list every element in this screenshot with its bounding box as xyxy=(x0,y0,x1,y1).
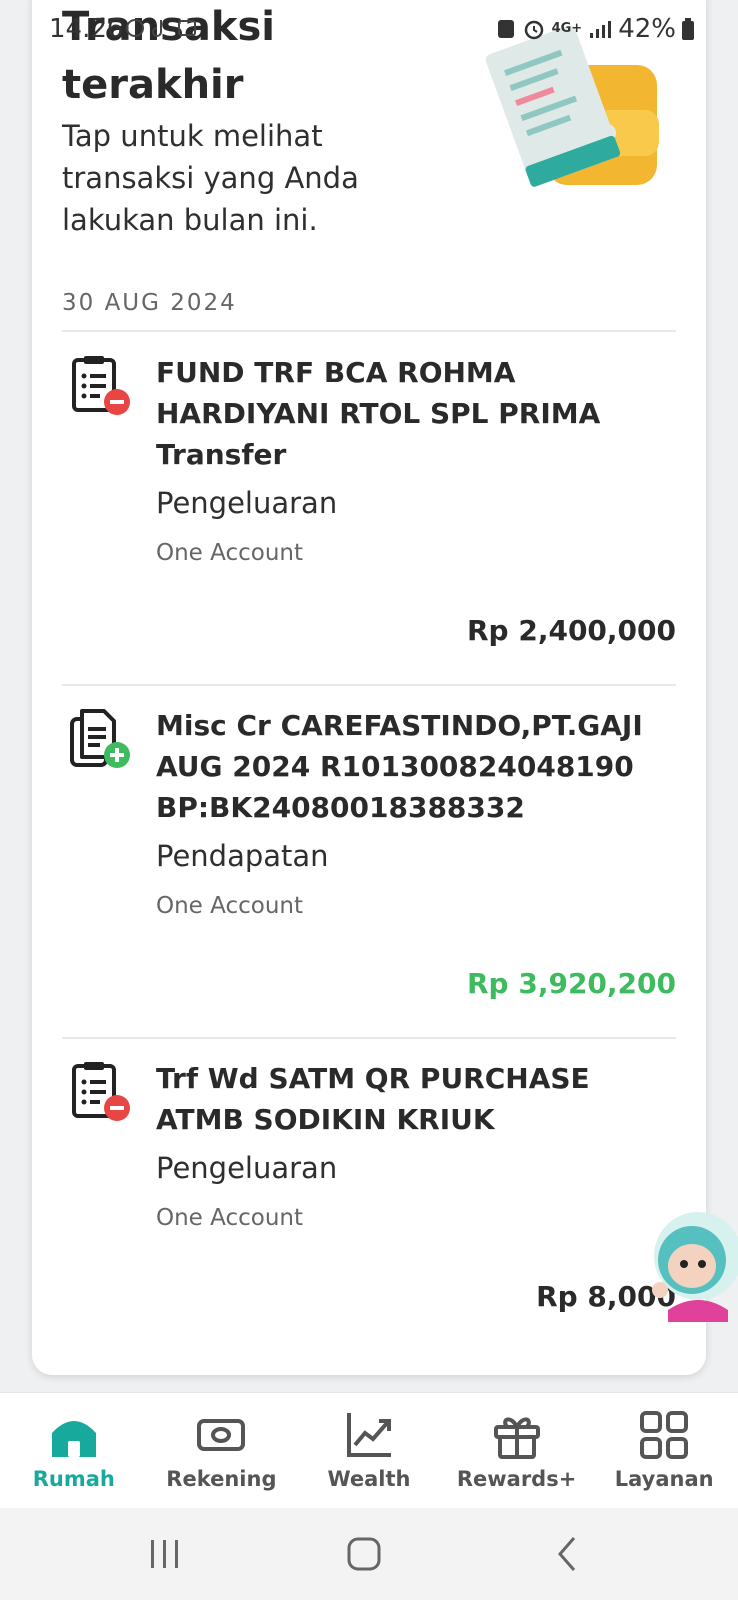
transaction-type: Pendapatan xyxy=(156,839,329,873)
transaction-account: One Account xyxy=(156,540,304,566)
transaction-item[interactable]: Trf Wd SATM QR PURCHASE ATMB SODIKIN KRI… xyxy=(62,1058,676,1358)
income-receipt-icon xyxy=(70,709,130,768)
chart-icon xyxy=(346,1413,391,1457)
chat-notification-icon xyxy=(125,16,145,38)
gift-icon xyxy=(493,1417,540,1459)
nav-label: Rumah xyxy=(32,1467,115,1491)
nav-item-rumah[interactable]: Rumah xyxy=(0,1393,148,1509)
nav-item-wealth[interactable]: Wealth xyxy=(295,1393,443,1509)
home-icon xyxy=(51,1421,96,1457)
nav-label: Rekening xyxy=(166,1467,277,1491)
transaction-item[interactable]: FUND TRF BCA ROHMA HARDIYANI RTOL SPL PR… xyxy=(62,352,676,652)
divider xyxy=(62,1037,676,1039)
tiktok-notification-icon xyxy=(151,16,171,38)
status-time: 14.26 xyxy=(49,14,124,44)
transaction-title: Trf Wd SATM QR PURCHASE ATMB SODIKIN KRI… xyxy=(156,1062,590,1136)
transaction-item[interactable]: Misc Cr CAREFASTINDO,PT.GAJI AUG 2024 R1… xyxy=(62,705,676,1005)
alarm-icon xyxy=(524,20,543,40)
transaction-account: One Account xyxy=(156,893,304,919)
divider xyxy=(62,330,676,332)
nav-item-rewards[interactable]: Rewards+ xyxy=(443,1393,591,1509)
transaction-account: One Account xyxy=(156,1205,304,1231)
home-button-icon[interactable] xyxy=(344,1534,384,1574)
transaction-type: Pengeluaran xyxy=(156,1151,338,1185)
page-subtitle: Tap untuk melihat transaksi yang Anda la… xyxy=(62,119,359,237)
network-type: 4G+ xyxy=(551,21,583,36)
transaction-type: Pengeluaran xyxy=(156,486,338,520)
date-group-label: 30 AUG 2024 xyxy=(62,290,237,316)
grid-icon xyxy=(640,1411,689,1459)
system-navigation-bar xyxy=(0,1508,738,1600)
divider xyxy=(62,684,676,686)
cash-icon xyxy=(197,1419,246,1451)
nav-item-layanan[interactable]: Layanan xyxy=(590,1393,738,1509)
back-icon[interactable] xyxy=(548,1534,588,1574)
nav-label: Rewards+ xyxy=(456,1467,577,1491)
battery-icon xyxy=(682,18,694,40)
status-bar: 14.26 4G+ 42% xyxy=(0,0,738,60)
assistant-mascot-icon[interactable] xyxy=(640,1210,738,1322)
expense-receipt-icon xyxy=(72,356,130,415)
battery-percentage: 42% xyxy=(618,14,676,44)
transaction-amount: Rp 2,400,000 xyxy=(466,614,676,647)
nav-label: Layanan xyxy=(614,1467,714,1491)
expense-receipt-icon xyxy=(72,1062,130,1121)
gallery-notification-icon xyxy=(177,16,197,38)
recent-apps-icon[interactable] xyxy=(145,1534,185,1574)
nav-item-rekening[interactable]: Rekening xyxy=(148,1393,296,1509)
nfc-icon xyxy=(497,20,514,38)
transaction-amount: Rp 3,920,200 xyxy=(466,967,676,1000)
transaction-title: FUND TRF BCA ROHMA HARDIYANI RTOL SPL PR… xyxy=(156,356,601,471)
transaction-title: Misc Cr CAREFASTINDO,PT.GAJI AUG 2024 R1… xyxy=(156,709,643,824)
nav-label: Wealth xyxy=(327,1467,411,1491)
signal-icon xyxy=(590,21,612,38)
bottom-navigation: Rumah Rekening Wealth Rewards+ Layanan xyxy=(0,1392,738,1509)
